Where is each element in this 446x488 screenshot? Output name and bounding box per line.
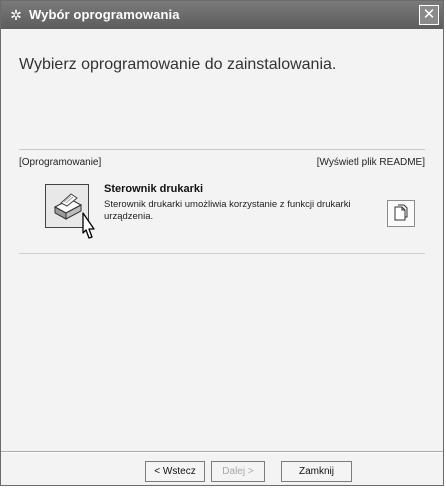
mouse-cursor-icon [82,212,95,239]
readme-button[interactable] [387,200,415,227]
footer-divider [1,451,443,453]
list-header: [Oprogramowanie] [Wyświetl plik README] [19,149,425,170]
next-button[interactable]: Dalej > [211,461,265,482]
divider [19,253,425,254]
app-icon: ✲ [10,7,22,23]
title-bar[interactable]: ✲ Wybór oprogramowania ✕ [1,1,443,29]
instruction-text: Wybierz oprogramowanie do zainstalowania… [19,56,337,73]
document-icon [394,204,408,221]
item-title: Sterownik drukarki [104,183,204,195]
software-column-label: [Oprogramowanie] [19,157,102,168]
back-button[interactable]: < Wstecz [145,461,205,482]
readme-column-label: [Wyświetl plik README] [316,157,425,168]
software-selection-window: ✲ Wybór oprogramowania ✕ Wybierz oprogra… [0,0,444,486]
item-description: Sterownik drukarki umożliwia korzystanie… [104,199,351,222]
close-button[interactable]: Zamknij [281,461,352,482]
close-icon[interactable]: ✕ [419,5,439,25]
window-title: Wybór oprogramowania [29,7,180,22]
